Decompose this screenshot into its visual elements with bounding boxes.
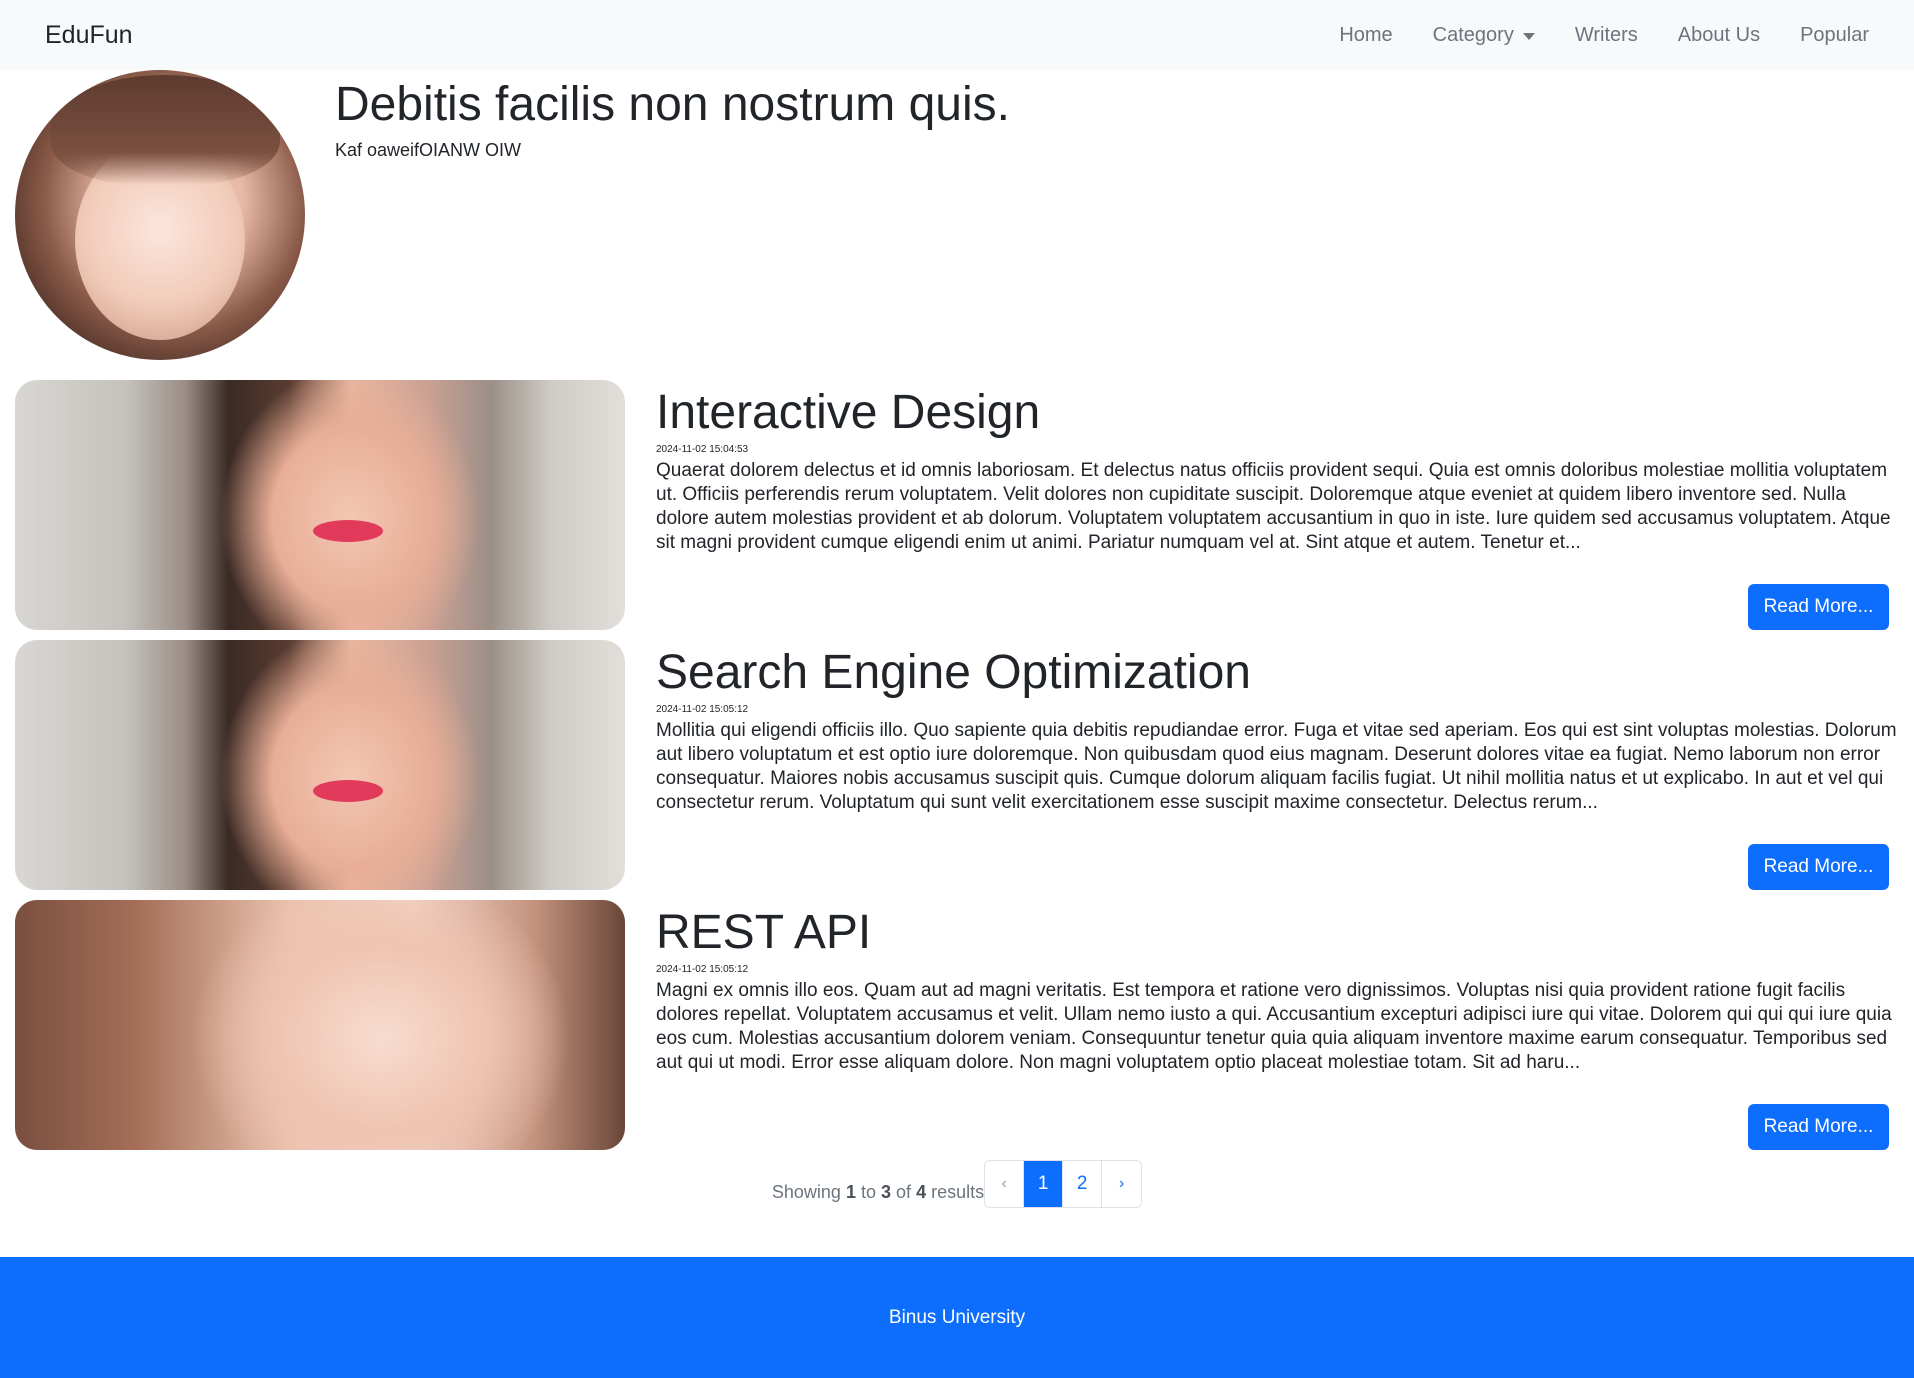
thumbnail-detail <box>313 520 383 542</box>
nav-home[interactable]: Home <box>1319 24 1412 47</box>
writer-bio: Kaf oaweifOIANW OIW <box>335 139 522 160</box>
article-thumbnail[interactable] <box>15 640 625 890</box>
nav-links: Home Category Writers About Us Popular <box>1319 24 1869 47</box>
nav-category-dropdown[interactable]: Category <box>1413 24 1555 47</box>
article-body: Search Engine Optimization 2024-11-02 15… <box>625 640 1899 890</box>
prev-page-icon[interactable]: ‹ <box>985 1161 1025 1207</box>
nav-writers[interactable]: Writers <box>1555 24 1658 47</box>
page-2-button[interactable]: 2 <box>1063 1161 1103 1207</box>
pagination-row: Showing 1 to 3 of 4 results ‹ 1 2 › <box>0 1160 1914 1208</box>
nav-popular[interactable]: Popular <box>1780 24 1869 47</box>
article-excerpt: Quaerat dolorem delectus et id omnis lab… <box>656 459 1891 553</box>
results-total: 4 <box>916 1181 927 1202</box>
caret-down-icon <box>1522 32 1535 40</box>
writer-name: Debitis facilis non nostrum quis. <box>335 78 1010 131</box>
article-title[interactable]: Search Engine Optimization <box>656 644 1899 702</box>
results-of-word: of <box>896 1181 912 1202</box>
thumbnail-detail <box>313 780 383 802</box>
results-from: 1 <box>845 1181 856 1202</box>
article-title[interactable]: Interactive Design <box>656 384 1899 442</box>
article-excerpt: Magni ex omnis illo eos. Quam aut ad mag… <box>656 979 1892 1073</box>
nav-about-us[interactable]: About Us <box>1658 24 1780 47</box>
article-card: Search Engine Optimization 2024-11-02 15… <box>15 640 1899 890</box>
footer-text: Binus University <box>888 1306 1026 1328</box>
results-summary: Showing 1 to 3 of 4 results <box>772 1182 984 1203</box>
article-thumbnail[interactable] <box>15 380 625 630</box>
footer: Binus University <box>0 1257 1914 1378</box>
article-excerpt: Mollitia qui eligendi officiis illo. Quo… <box>656 719 1897 813</box>
navbar: EduFun Home Category Writers About Us Po… <box>0 0 1914 70</box>
writer-profile: Debitis facilis non nostrum quis. Kaf oa… <box>0 70 1914 380</box>
article-date: 2024-11-02 15:05:12 <box>656 963 749 975</box>
article-body: REST API 2024-11-02 15:05:12 Magni ex om… <box>625 900 1899 1150</box>
next-page-icon[interactable]: › <box>1102 1161 1141 1207</box>
article-thumbnail[interactable] <box>15 900 625 1150</box>
read-more-button[interactable]: Read More... <box>1748 584 1889 630</box>
article-card: REST API 2024-11-02 15:05:12 Magni ex om… <box>15 900 1899 1150</box>
read-more-button[interactable]: Read More... <box>1748 844 1889 890</box>
writer-info: Debitis facilis non nostrum quis. Kaf oa… <box>305 70 1010 161</box>
article-date: 2024-11-02 15:04:53 <box>656 443 749 455</box>
page-1-button[interactable]: 1 <box>1024 1161 1064 1207</box>
results-suffix: results <box>931 1181 985 1202</box>
brand-logo[interactable]: EduFun <box>45 21 133 50</box>
article-title[interactable]: REST API <box>656 904 1899 962</box>
showing-prefix: Showing <box>771 1181 841 1202</box>
avatar-hair-shape <box>50 75 280 185</box>
results-to-word: to <box>860 1181 876 1202</box>
writer-avatar <box>15 70 305 360</box>
article-list: Interactive Design 2024-11-02 15:04:53 Q… <box>0 380 1914 1150</box>
article-date: 2024-11-02 15:05:12 <box>656 703 749 715</box>
nav-category-label: Category <box>1432 23 1514 46</box>
pager: ‹ 1 2 › <box>984 1160 1143 1208</box>
article-body: Interactive Design 2024-11-02 15:04:53 Q… <box>625 380 1899 630</box>
article-card: Interactive Design 2024-11-02 15:04:53 Q… <box>15 380 1899 630</box>
results-to: 3 <box>881 1181 892 1202</box>
read-more-button[interactable]: Read More... <box>1748 1104 1889 1150</box>
